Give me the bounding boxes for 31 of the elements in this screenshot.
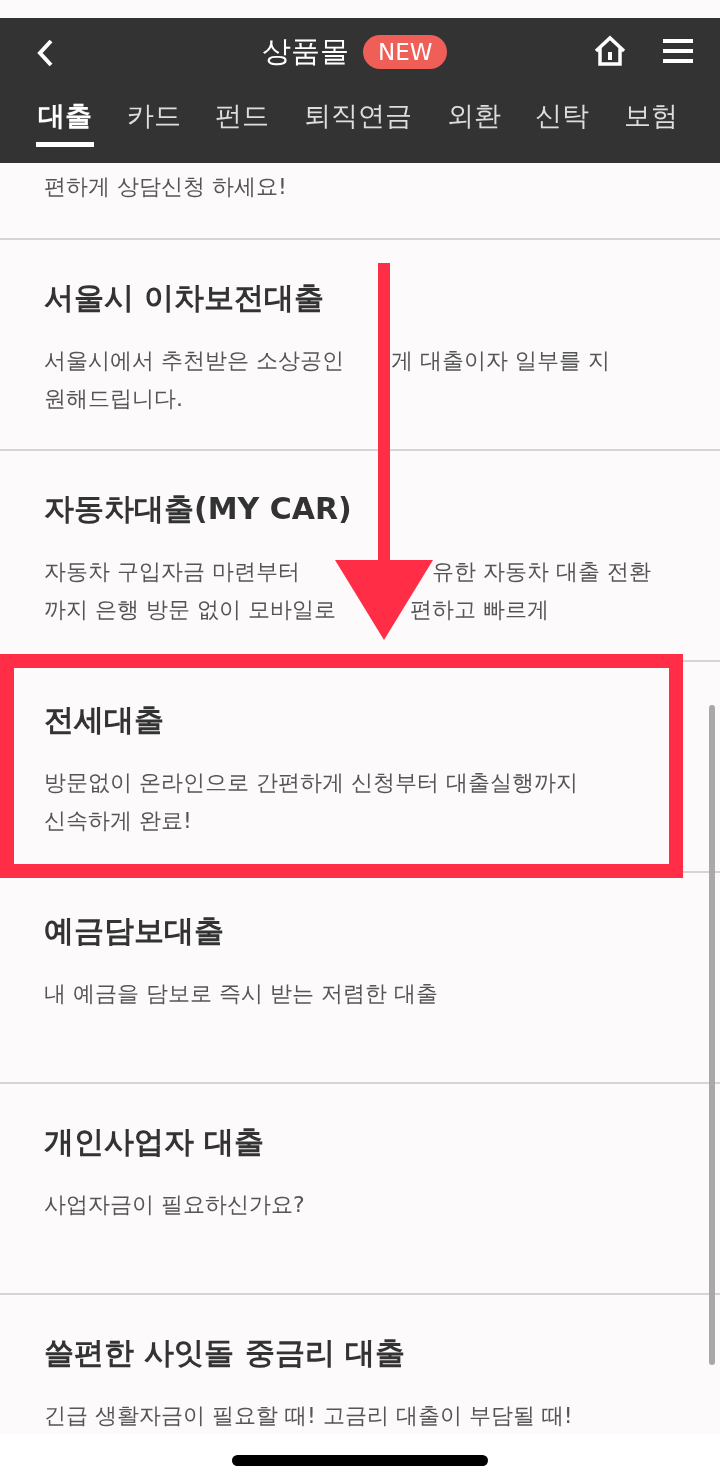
description-text: 자동차 구입자금 마련부터: [44, 558, 301, 586]
description-text: 사업자금이 필요하신가요?: [44, 1191, 305, 1219]
description-text: 긴급 생활자금이 필요할 때! 고금리 대출이 부담될 때!: [44, 1402, 573, 1430]
description-text: 서울시에서 추천받은 소상공인: [44, 347, 345, 375]
product-title: 자동차대출(MY CAR): [44, 490, 352, 528]
description-text: 게 대출이자 일부를 지: [391, 347, 610, 375]
description-text: 원해드립니다.: [44, 385, 183, 413]
description-text: 신속하게 완료!: [44, 807, 192, 835]
category-tab[interactable]: 퇴직연금: [301, 88, 414, 147]
menu-icon[interactable]: [663, 38, 693, 64]
product-item[interactable]: 전세대출 방문없이 온라인으로 간편하게 신청부터 대출실행까지 신속하게 완료!: [0, 662, 720, 873]
product-title: 개인사업자 대출: [44, 1123, 265, 1161]
category-tab[interactable]: 카드: [124, 88, 183, 147]
description-text: 편하고 빠르게: [410, 596, 549, 624]
product-title: 예금담보대출: [44, 912, 224, 950]
product-title: 쓸편한 사잇돌 중금리 대출: [44, 1334, 406, 1372]
home-icon[interactable]: [593, 35, 627, 67]
product-title: 전세대출: [44, 701, 164, 739]
category-tab[interactable]: 보험: [621, 88, 680, 147]
description-text: 유한 자동차 대출 전환: [432, 558, 651, 586]
description-text: 편하게 상담신청 하세요!: [44, 173, 287, 201]
new-badge: NEW: [363, 35, 448, 69]
category-tab[interactable]: 신탁: [533, 88, 592, 147]
category-tab[interactable]: 외환: [444, 88, 503, 147]
description-text: 방문없이 온라인으로 간편하게 신청부터 대출실행까지: [44, 769, 578, 797]
category-tab[interactable]: 대출: [36, 88, 94, 147]
description-text: 까지 은행 방문 없이 모바일로: [44, 596, 337, 624]
description-text: 내 예금을 담보로 즉시 받는 저렴한 대출: [44, 980, 438, 1008]
product-title: 서울시 이차보전대출: [44, 279, 325, 317]
category-tab[interactable]: 펀드: [213, 88, 272, 147]
page-title: 상품몰: [262, 33, 349, 70]
